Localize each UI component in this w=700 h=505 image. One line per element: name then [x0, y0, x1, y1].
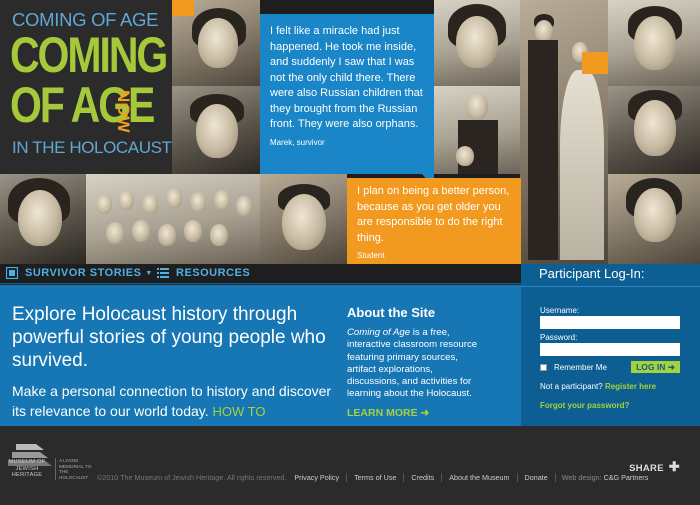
hero-collage: COMING OF AGE COMING OF AGE NOW IN THE H… [0, 0, 700, 264]
about-text: Coming of Age is a free, interactive cla… [347, 327, 487, 401]
photo-group-children [86, 174, 260, 264]
photo-man-closeup [608, 86, 700, 174]
password-field[interactable] [540, 343, 680, 356]
footer-links: ©2010 The Museum of Jewish Heritage. All… [97, 473, 648, 482]
login-title: Participant Log-In: [539, 266, 645, 281]
not-participant-label: Not a participant? [540, 382, 603, 391]
about-title: About the Site [347, 305, 436, 320]
web-design-label: Web design: [561, 473, 602, 482]
photo-boy-center [260, 174, 347, 264]
museum-tagline: A LIVING MEMORIAL TO THE HOLOCAUST [55, 458, 95, 480]
username-label: Username: [540, 306, 580, 315]
photo-wedding [520, 0, 608, 264]
main-nav: SURVIVOR STORIES ▼ RESOURCES [0, 264, 521, 284]
photo-young-man [172, 86, 260, 174]
web-design-link[interactable]: C&G Partners [604, 473, 649, 482]
password-label: Password: [540, 333, 578, 342]
quote-survivor: I felt like a miracle had just happened.… [260, 14, 434, 174]
footer-link-privacy[interactable]: Privacy Policy [294, 473, 346, 482]
learn-more-label: LEARN MORE [347, 406, 418, 419]
divider [521, 286, 700, 287]
nav-resources-label: RESOURCES [176, 267, 251, 279]
arrow-right-icon: ➜ [420, 406, 430, 419]
copyright-text: ©2010 The Museum of Jewish Heritage. All… [97, 473, 287, 482]
forgot-password-link[interactable]: Forgot your password? [540, 401, 629, 410]
quote-attribution: Student [357, 251, 385, 260]
register-link[interactable]: Register here [605, 382, 656, 391]
survivor-stories-icon [6, 267, 18, 279]
footer: MUSEUM OF JEWISH HERITAGE A LIVING MEMOR… [0, 426, 700, 505]
logo-line-now: NOW [114, 90, 133, 134]
web-design-credit: Web design: C&G Partners [554, 473, 649, 482]
decorative-orange-block [172, 0, 194, 16]
nav-survivor-stories-label: SURVIVOR STORIES [25, 267, 142, 279]
photo-girl-left [0, 174, 86, 264]
photo-girl-lower-right [608, 174, 700, 264]
username-field[interactable] [540, 316, 680, 329]
museum-name: MUSEUM OF JEWISH HERITAGE [8, 459, 46, 478]
intro-subline-text: Make a personal connection to history an… [12, 383, 332, 419]
chevron-down-icon: ▼ [145, 269, 153, 277]
photo-woman-portrait [608, 0, 700, 86]
photo-couple [434, 86, 520, 174]
quote-text: I felt like a miracle had just happened.… [270, 25, 423, 130]
arrow-right-icon: ➜ [667, 362, 675, 372]
nav-resources[interactable]: RESOURCES [157, 267, 250, 279]
nav-survivor-stories[interactable]: SURVIVOR STORIES ▼ [6, 267, 153, 279]
share-plus-icon: ✚ [668, 459, 680, 474]
quote-attribution: Marek, survivor [270, 137, 325, 147]
login-button-label: LOG IN [636, 362, 666, 372]
about-section: About the Site Coming of Age is a free, … [347, 305, 487, 421]
decorative-orange-block [582, 52, 608, 74]
remember-me-label: Remember Me [554, 363, 607, 372]
intro-headline: Explore Holocaust history through powerf… [12, 304, 326, 371]
quote-text: I plan on being a better person, because… [357, 185, 510, 244]
resources-icon [157, 268, 169, 278]
photo-girl-smiling [434, 0, 520, 86]
login-panel: Participant Log-In: Username: Password: … [521, 264, 700, 426]
footer-link-credits[interactable]: Credits [403, 473, 441, 482]
about-site-name: Coming of Age [347, 327, 411, 338]
not-participant-text: Not a participant? Register here [540, 382, 656, 391]
intro-text: Explore Holocaust history through powerf… [12, 303, 332, 443]
site-logo[interactable]: COMING OF AGE COMING OF AGE NOW IN THE H… [0, 0, 172, 174]
intro-section: Explore Holocaust history through powerf… [0, 285, 521, 440]
footer-link-terms[interactable]: Terms of Use [346, 473, 403, 482]
footer-link-about[interactable]: About the Museum [441, 473, 516, 482]
learn-more-link[interactable]: LEARN MORE ➜ [347, 407, 429, 419]
logo-line-holocaust: IN THE HOLOCAUST [12, 138, 172, 157]
login-button[interactable]: LOG IN ➜ [631, 361, 680, 373]
remember-me-checkbox[interactable] [540, 364, 547, 371]
quote-student: I plan on being a better person, because… [347, 178, 521, 264]
logo-line-coming: COMING [10, 27, 168, 83]
footer-link-donate[interactable]: Donate [516, 473, 555, 482]
